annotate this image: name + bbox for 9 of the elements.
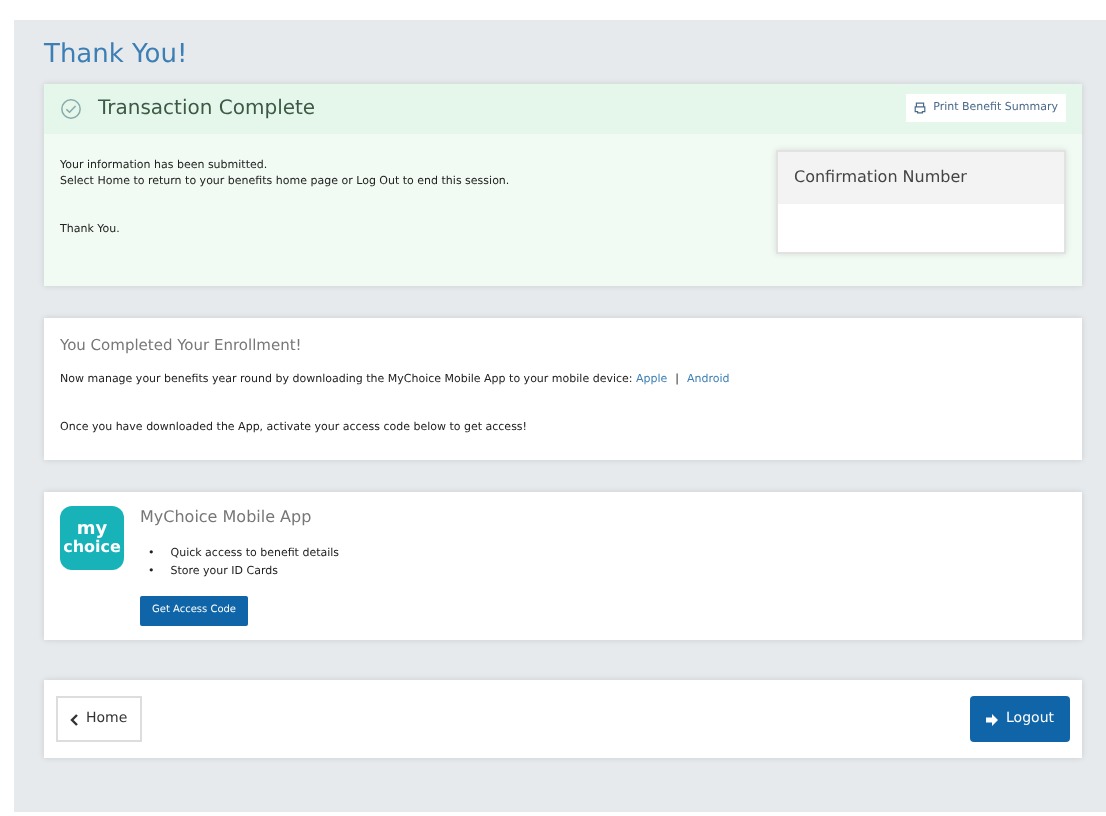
printer-icon (913, 102, 926, 114)
app-logo: my choice (60, 506, 124, 571)
logout-icon (986, 713, 999, 725)
check-circle-icon (60, 97, 82, 119)
confirmation-label: Confirmation Number (778, 151, 1064, 203)
app-title: MyChoice Mobile App (140, 506, 314, 531)
chevron-left-icon (70, 713, 78, 725)
section-title: Transaction Complete (98, 95, 316, 123)
page-title: Thank You! (44, 38, 190, 74)
